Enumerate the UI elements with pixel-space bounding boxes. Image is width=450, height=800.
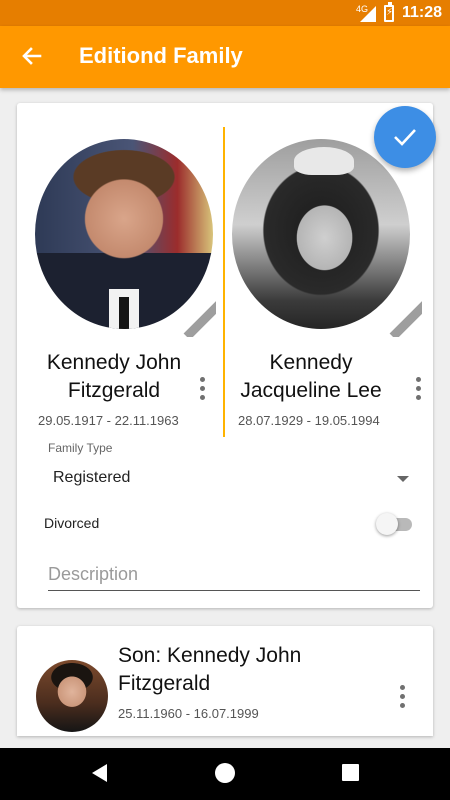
save-fab-button[interactable]: [374, 106, 436, 168]
nav-back-icon[interactable]: [89, 762, 111, 784]
family-type-value: Registered: [53, 469, 131, 486]
check-icon: [394, 129, 416, 146]
nav-recent-icon[interactable]: [342, 764, 359, 781]
child-name: Son: Kennedy John Fitzgerald: [118, 644, 302, 695]
family-type-select[interactable]: Registered: [47, 463, 413, 493]
child-card[interactable]: Son: Kennedy John Fitzgerald 25.11.1960 …: [17, 626, 433, 736]
parent-father[interactable]: Kennedy John Fitzgerald 29.05.1917 - 22.…: [17, 103, 217, 443]
divorced-label: Divorced: [44, 515, 100, 531]
page-title: Editiond Family: [79, 43, 243, 68]
description-input[interactable]: [48, 559, 420, 591]
divorced-toggle[interactable]: [376, 511, 414, 537]
parent-name: Kennedy Jacqueline Lee: [240, 351, 382, 402]
battery-charging-icon: ⚡: [384, 2, 394, 22]
dropdown-arrow-icon: [397, 476, 409, 482]
arrow-back-icon: [22, 47, 42, 65]
signal-icon: [360, 6, 376, 22]
parents-card: Kennedy John Fitzgerald 29.05.1917 - 22.…: [17, 103, 433, 608]
system-nav-bar: [0, 748, 450, 800]
app-bar: Editiond Family: [0, 26, 450, 88]
more-vert-icon[interactable]: [410, 375, 426, 405]
parent-dates: 28.07.1929 - 19.05.1994: [238, 413, 380, 428]
child-photo[interactable]: [36, 660, 108, 732]
status-bar: 4G ⚡ 11:28: [0, 0, 450, 26]
nav-home-icon[interactable]: [215, 763, 235, 783]
parent-name: Kennedy John Fitzgerald: [46, 351, 182, 402]
photo-edit-corner-icon: [378, 293, 422, 337]
photo-edit-corner-icon: [172, 293, 216, 337]
child-dates: 25.11.1960 - 16.07.1999: [118, 706, 259, 721]
family-type-label: Family Type: [48, 441, 113, 455]
more-vert-icon[interactable]: [394, 683, 410, 713]
clock: 11:28: [402, 4, 443, 21]
back-button[interactable]: [14, 40, 48, 74]
more-vert-icon[interactable]: [194, 375, 210, 405]
parent-dates: 29.05.1917 - 22.11.1963: [38, 413, 179, 428]
